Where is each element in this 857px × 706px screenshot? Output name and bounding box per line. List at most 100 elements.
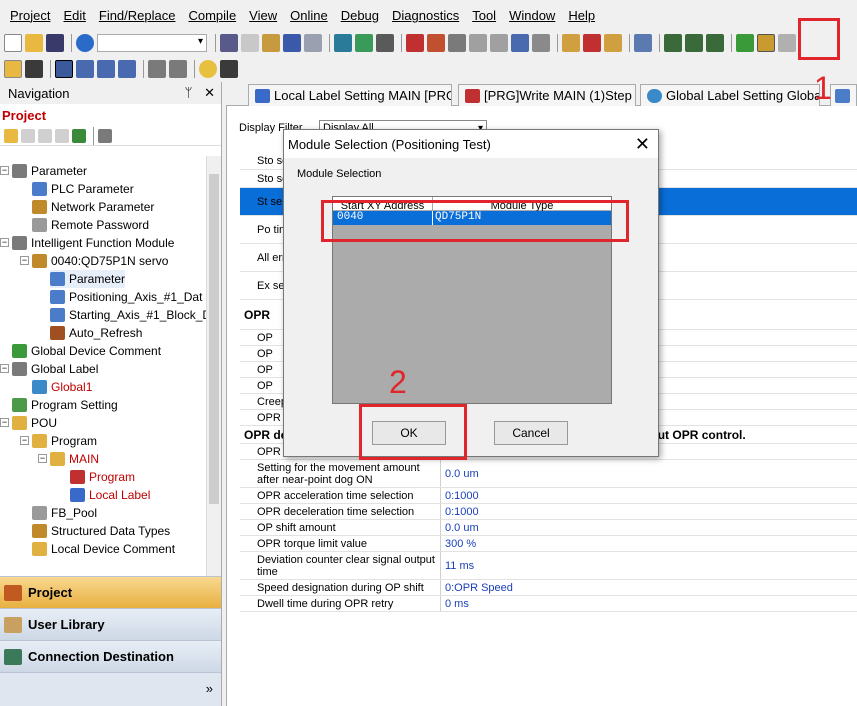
cut-icon[interactable] (220, 34, 238, 52)
tree-node[interactable]: − Parameter (0, 162, 87, 180)
dev-list-icon[interactable] (76, 60, 94, 78)
parameter-row[interactable]: Setting for the movement amount after ne… (240, 460, 857, 488)
tree-node[interactable]: FB_Pool (32, 504, 97, 522)
monitor-write-icon[interactable] (604, 34, 622, 52)
paste-icon[interactable] (262, 34, 280, 52)
tree-node[interactable]: PLC Parameter (32, 180, 134, 198)
tree-node[interactable]: Network Parameter (32, 198, 154, 216)
cancel-button[interactable]: Cancel (494, 421, 568, 445)
parameter-row[interactable]: OP shift amount 0.0 um (240, 520, 857, 536)
tree-expander-icon[interactable]: − (0, 418, 9, 427)
tree-expander-icon[interactable]: − (0, 238, 9, 247)
nav-refresh-icon[interactable] (72, 128, 86, 143)
plc-memory-icon[interactable] (490, 34, 508, 52)
remote-op-icon[interactable] (469, 34, 487, 52)
positioning-test-icon[interactable] (757, 34, 775, 52)
dev-alt-icon[interactable] (532, 34, 550, 52)
parameter-row[interactable]: Dwell time during OPR retry 0 ms (240, 596, 857, 612)
menu-window[interactable]: Window (509, 8, 555, 23)
window-icon[interactable] (55, 60, 73, 78)
parameter-row[interactable]: OPR acceleration time selection 0:1000 (240, 488, 857, 504)
tree-node[interactable]: − Program (20, 432, 97, 450)
tree-node[interactable]: Remote Password (32, 216, 149, 234)
tree-node[interactable]: − Intelligent Function Module (0, 234, 174, 252)
project-view-icon[interactable] (4, 60, 22, 78)
menu-tool[interactable]: Tool (472, 8, 496, 23)
save-icon[interactable] (46, 34, 64, 52)
simulation-icon[interactable] (778, 34, 796, 52)
parameter-row[interactable]: OPR deceleration time selection 0:1000 (240, 504, 857, 520)
nav-connection-destination-button[interactable]: Connection Destination (0, 640, 221, 672)
dev-icon[interactable] (511, 34, 529, 52)
tree-node[interactable]: Auto_Refresh (50, 324, 142, 342)
device-replace-icon[interactable] (355, 34, 373, 52)
pin-icon[interactable]: ᛘ (185, 85, 193, 100)
clock-icon[interactable] (199, 60, 217, 78)
menu-view[interactable]: View (249, 8, 277, 23)
nav-new-icon[interactable] (4, 128, 18, 143)
menu-compile[interactable]: Compile (188, 8, 236, 23)
parameter-row[interactable]: OPR torque limit value 300 % (240, 536, 857, 552)
read-plc-icon[interactable] (427, 34, 445, 52)
nav-user-library-button[interactable]: User Library (0, 608, 221, 640)
nav-sort-icon[interactable] (98, 128, 112, 143)
tree-vertical-scrollbar[interactable] (206, 156, 221, 638)
dev-comment-icon[interactable] (97, 60, 115, 78)
menu-online[interactable]: Online (290, 8, 328, 23)
tree-node[interactable]: Program (70, 468, 135, 486)
watch-icon[interactable] (634, 34, 652, 52)
help-icon[interactable] (76, 34, 94, 52)
tree-node[interactable]: Local Device Comment (32, 540, 175, 558)
nav-paste-icon[interactable] (38, 128, 52, 143)
tree-node[interactable]: − POU (0, 414, 57, 432)
tree-node[interactable]: Local Label (70, 486, 150, 504)
binoculars-icon[interactable] (220, 60, 238, 78)
run-icon[interactable] (736, 34, 754, 52)
parameter-value[interactable]: 0.0 um (443, 520, 857, 535)
parameter-value[interactable]: 300 % (443, 536, 857, 551)
view-eye-icon[interactable] (148, 60, 166, 78)
view-search-icon[interactable] (169, 60, 187, 78)
parameter-value[interactable]: 0:1000 (443, 504, 857, 519)
menu-help[interactable]: Help (568, 8, 595, 23)
nav-copy-icon[interactable] (21, 128, 35, 143)
tree-node[interactable]: Parameter (50, 270, 126, 288)
tree-expander-icon[interactable]: − (20, 256, 29, 265)
tab-global-label-setting[interactable]: Global Label Setting Global1 (640, 84, 820, 106)
write-plc-icon[interactable] (406, 34, 424, 52)
parameter-value[interactable]: 0:1000 (443, 488, 857, 503)
undo-icon[interactable] (283, 34, 301, 52)
menu-edit[interactable]: Edit (63, 8, 85, 23)
more-icon[interactable]: » (206, 681, 213, 696)
ladder-b-icon[interactable] (685, 34, 703, 52)
tab-parameter[interactable] (830, 84, 857, 106)
parameter-row[interactable]: Deviation counter clear signal output ti… (240, 552, 857, 580)
tree-node[interactable]: − Global Label (0, 360, 98, 378)
tree-scroll-thumb[interactable] (209, 174, 219, 504)
dialog-close-icon[interactable]: ✕ (635, 135, 650, 153)
tree-node[interactable]: Positioning_Axis_#1_Dat (50, 288, 202, 306)
parameter-value[interactable]: 0 ms (443, 596, 857, 611)
menu-find-replace[interactable]: Find/Replace (99, 8, 176, 23)
tab-local-label-setting[interactable]: Local Label Setting MAIN [PRG] (248, 84, 452, 106)
module-view-icon[interactable] (25, 60, 43, 78)
redo-icon[interactable] (304, 34, 322, 52)
menu-project[interactable]: Project (10, 8, 50, 23)
tree-node[interactable]: Program Setting (12, 396, 118, 414)
tree-node[interactable]: Global Device Comment (12, 342, 161, 360)
tree-node[interactable]: − MAIN (38, 450, 99, 468)
device-batch-icon[interactable] (376, 34, 394, 52)
tree-expander-icon[interactable]: − (20, 436, 29, 445)
ladder-a-icon[interactable] (664, 34, 682, 52)
tree-node[interactable]: − 0040:QD75P1N servo (20, 252, 168, 270)
tree-node[interactable]: Starting_Axis_#1_Block_D (50, 306, 206, 324)
verify-plc-icon[interactable] (448, 34, 466, 52)
menu-debug[interactable]: Debug (341, 8, 379, 23)
nav-property-icon[interactable] (55, 128, 69, 143)
tree-expander-icon[interactable]: − (0, 364, 9, 373)
dev-ccl-icon[interactable] (118, 60, 136, 78)
close-icon[interactable]: ✕ (204, 85, 215, 100)
parameter-row[interactable]: Speed designation during OP shift 0:OPR S… (240, 580, 857, 596)
tree-expander-icon[interactable]: − (38, 454, 47, 463)
tree-node[interactable]: Global1 (32, 378, 92, 396)
